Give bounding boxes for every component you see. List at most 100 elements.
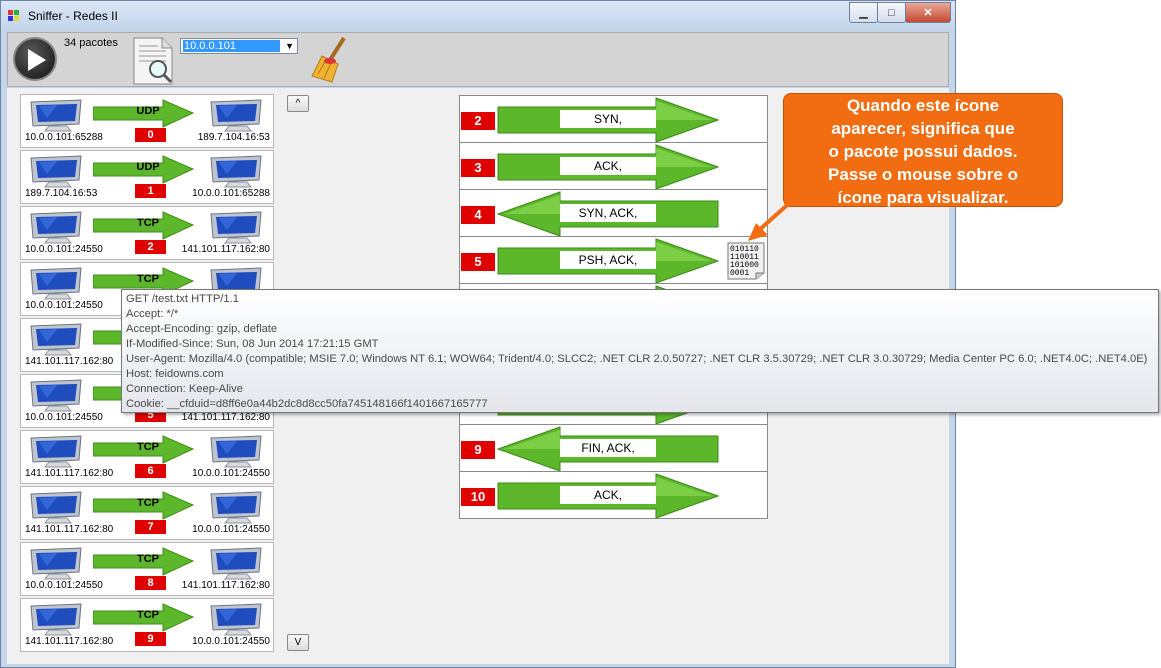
svg-text:0001: 0001 bbox=[730, 269, 749, 278]
source-address: 141.101.117.162:80 bbox=[25, 524, 114, 535]
packet-row[interactable]: TCP 7 141.101.117.162:80 10.0.0.101:24550 bbox=[20, 486, 274, 540]
interface-select[interactable]: 10.0.0.101 ▼ bbox=[180, 38, 298, 54]
source-address: 141.101.117.162:80 bbox=[25, 356, 114, 367]
destination-computer-icon bbox=[207, 434, 267, 471]
destination-computer-icon bbox=[207, 154, 267, 191]
scroll-down-button[interactable]: V bbox=[287, 634, 309, 651]
source-computer-icon bbox=[27, 266, 87, 303]
source-address: 10.0.0.101:24550 bbox=[25, 580, 103, 591]
flow-flags: ACK, bbox=[560, 157, 656, 175]
source-address: 141.101.117.162:80 bbox=[25, 468, 114, 479]
flow-flags: PSH, ACK, bbox=[560, 251, 656, 269]
callout-arrow bbox=[748, 197, 796, 241]
destination-address: 10.0.0.101:24550 bbox=[192, 468, 270, 479]
flow-number: 3 bbox=[461, 159, 495, 177]
flow-row[interactable]: 10 ACK, bbox=[459, 471, 768, 519]
destination-address: 141.101.117.162:80 bbox=[181, 412, 270, 423]
tooltip-line: Connection: Keep-Alive bbox=[126, 383, 243, 395]
flow-row[interactable]: 2 SYN, bbox=[459, 95, 768, 143]
destination-computer-icon bbox=[207, 210, 267, 247]
tooltip-line: Cookie: __cfduid=d8ff6e0a44b2dc8d8cc50fa… bbox=[126, 398, 488, 410]
start-capture-button[interactable] bbox=[13, 37, 57, 81]
source-computer-icon bbox=[27, 490, 87, 527]
destination-address: 141.101.117.162:80 bbox=[181, 580, 270, 591]
packet-count: 34 pacotes bbox=[64, 37, 118, 49]
flow-flags: FIN, ACK, bbox=[560, 439, 656, 457]
protocol-label: TCP bbox=[137, 217, 159, 229]
tooltip-line: GET /test.txt HTTP/1.1 bbox=[126, 293, 239, 305]
packet-row[interactable]: UDP 1 189.7.104.16:53 10.0.0.101:65288 bbox=[20, 150, 274, 204]
tooltip-line: If-Modified-Since: Sun, 08 Jun 2014 17:2… bbox=[126, 338, 379, 350]
minimize-button[interactable]: ▁ bbox=[849, 2, 878, 23]
packet-index: 2 bbox=[135, 240, 166, 254]
source-computer-icon bbox=[27, 378, 87, 415]
protocol-label: TCP bbox=[137, 553, 159, 565]
destination-address: 189.7.104.16:53 bbox=[197, 132, 270, 143]
window-title: Sniffer - Redes II bbox=[28, 9, 118, 23]
source-computer-icon bbox=[27, 154, 87, 191]
source-computer-icon bbox=[27, 546, 87, 583]
source-address: 10.0.0.101:24550 bbox=[25, 412, 103, 423]
inspect-document-icon[interactable] bbox=[130, 36, 178, 86]
callout-line: ícone para visualizar. bbox=[837, 188, 1009, 207]
title-bar[interactable]: Sniffer - Redes II ▁ □ ✕ bbox=[1, 1, 955, 31]
destination-computer-icon bbox=[207, 490, 267, 527]
source-computer-icon bbox=[27, 434, 87, 471]
source-computer-icon bbox=[27, 210, 87, 247]
annotation-callout: Quando este ícone aparecer, significa que… bbox=[783, 93, 1063, 207]
packet-index: 8 bbox=[135, 576, 166, 590]
protocol-label: TCP bbox=[137, 273, 159, 285]
destination-computer-icon bbox=[207, 602, 267, 639]
packet-row[interactable]: TCP 2 10.0.0.101:24550 141.101.117.162:80 bbox=[20, 206, 274, 260]
protocol-label: TCP bbox=[137, 497, 159, 509]
packet-row[interactable]: TCP 8 10.0.0.101:24550 141.101.117.162:80 bbox=[20, 542, 274, 596]
protocol-label: UDP bbox=[136, 161, 160, 173]
destination-address: 10.0.0.101:65288 bbox=[192, 188, 270, 199]
callout-line: Quando este ícone bbox=[846, 96, 1000, 115]
packet-index: 7 bbox=[135, 520, 166, 534]
source-address: 10.0.0.101:24550 bbox=[25, 244, 103, 255]
broom-clear-icon[interactable] bbox=[308, 36, 354, 84]
packet-row[interactable]: TCP 9 141.101.117.162:80 10.0.0.101:24550 bbox=[20, 598, 274, 652]
destination-address: 141.101.117.162:80 bbox=[181, 244, 270, 255]
tooltip-line: User-Agent: Mozilla/4.0 (compatible; MSI… bbox=[126, 353, 1148, 365]
close-button[interactable]: ✕ bbox=[905, 2, 951, 23]
tooltip-line: Host: feidowns.com bbox=[126, 368, 224, 380]
destination-address: 10.0.0.101:24550 bbox=[192, 636, 270, 647]
callout-line: aparecer, significa que bbox=[831, 119, 1015, 138]
source-computer-icon bbox=[27, 98, 87, 135]
source-computer-icon bbox=[27, 602, 87, 639]
flow-number: 10 bbox=[461, 488, 495, 506]
interface-select-value: 10.0.0.101 bbox=[183, 40, 280, 52]
callout-line: o pacote possui dados. bbox=[828, 142, 1018, 161]
binary-data-icon[interactable]: 0101101100111010000001 bbox=[726, 241, 766, 281]
source-address: 189.7.104.16:53 bbox=[25, 188, 98, 199]
scroll-up-button[interactable]: ^ bbox=[287, 95, 309, 112]
tooltip-line: Accept-Encoding: gzip, deflate bbox=[126, 323, 278, 335]
toolbar: 34 pacotes 10.0.0.101 ▼ bbox=[7, 32, 949, 87]
flow-number: 4 bbox=[461, 206, 495, 224]
destination-computer-icon bbox=[207, 98, 267, 135]
protocol-label: TCP bbox=[137, 609, 159, 621]
flow-row[interactable]: 3 ACK, bbox=[459, 142, 768, 190]
flow-number: 5 bbox=[461, 253, 495, 271]
flow-number: 9 bbox=[461, 441, 495, 459]
chevron-down-icon: ▼ bbox=[285, 41, 294, 51]
packet-index: 1 bbox=[135, 184, 166, 198]
packet-row[interactable]: TCP 6 141.101.117.162:80 10.0.0.101:24550 bbox=[20, 430, 274, 484]
flow-flags: ACK, bbox=[560, 486, 656, 504]
flow-row[interactable]: 5 PSH, ACK, 010110 110011 101000 0001 bbox=[459, 236, 768, 284]
packet-row[interactable]: UDP 0 10.0.0.101:65288 189.7.104.16:53 bbox=[20, 94, 274, 148]
packet-index: 0 bbox=[135, 128, 166, 142]
flow-row[interactable]: 9 FIN, ACK, bbox=[459, 424, 768, 472]
play-icon bbox=[28, 49, 46, 71]
source-address: 141.101.117.162:80 bbox=[25, 636, 114, 647]
source-address: 10.0.0.101:24550 bbox=[25, 300, 103, 311]
source-computer-icon bbox=[27, 322, 87, 359]
destination-address: 10.0.0.101:24550 bbox=[192, 524, 270, 535]
flow-row[interactable]: 4 SYN, ACK, bbox=[459, 189, 768, 237]
payload-tooltip: GET /test.txt HTTP/1.1 Accept: */* Accept-… bbox=[121, 289, 1159, 413]
maximize-button[interactable]: □ bbox=[877, 2, 906, 23]
flow-number: 2 bbox=[461, 112, 495, 130]
source-address: 10.0.0.101:65288 bbox=[25, 132, 103, 143]
